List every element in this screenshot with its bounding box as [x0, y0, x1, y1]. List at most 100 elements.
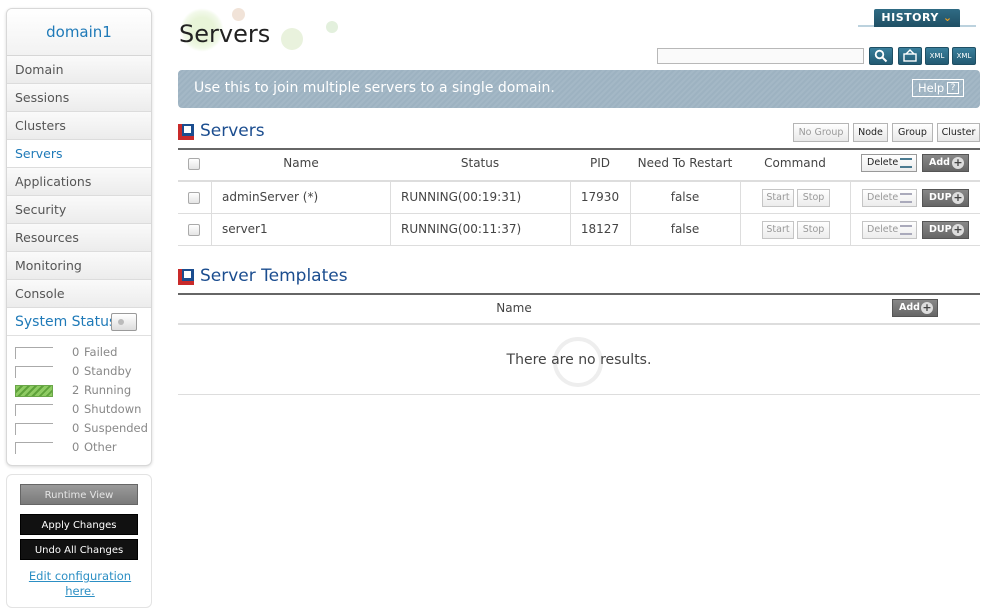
- delete-label[interactable]: Delete: [867, 224, 898, 235]
- filter-no-group-button[interactable]: No Group: [793, 123, 849, 142]
- xml-import-button[interactable]: XML: [952, 47, 976, 65]
- apply-changes-button[interactable]: Apply Changes: [20, 514, 138, 535]
- column-divider: [211, 182, 212, 214]
- sidebar-item-sessions[interactable]: Sessions: [7, 84, 151, 112]
- delete-button[interactable]: Delete: [862, 221, 917, 239]
- edit-link-line1[interactable]: Edit configuration: [7, 569, 153, 584]
- history-button[interactable]: HISTORY ⌄: [874, 9, 960, 27]
- question-icon: ?: [947, 82, 959, 94]
- dup-label[interactable]: DUP: [929, 192, 952, 203]
- status-row-shutdown: 0 Shutdown: [15, 401, 151, 420]
- templates-column-header-name: Name: [496, 301, 532, 315]
- add-template-button[interactable]: Add +: [892, 299, 938, 317]
- delete-label[interactable]: Delete: [867, 192, 898, 203]
- delete-button[interactable]: Delete: [862, 189, 917, 207]
- dup-label[interactable]: DUP: [929, 224, 952, 235]
- delete-label[interactable]: Delete: [867, 157, 898, 168]
- plus-icon: +: [921, 301, 933, 314]
- status-count: 2: [72, 383, 80, 397]
- status-row-standby: 0 Standby: [15, 363, 151, 382]
- column-header-command: Command: [764, 156, 826, 170]
- stack-icon: [900, 225, 912, 235]
- templates-bottom-border: [178, 394, 980, 395]
- sidebar-item-domain[interactable]: Domain: [7, 56, 151, 84]
- info-banner: Use this to join multiple servers to a s…: [178, 70, 980, 108]
- section-icon: [178, 269, 194, 285]
- status-label: Suspended: [84, 421, 148, 435]
- status-count: 0: [72, 364, 80, 378]
- undo-all-changes-button[interactable]: Undo All Changes: [20, 539, 138, 560]
- system-status-header: System Status: [7, 308, 151, 336]
- start-button[interactable]: Start: [762, 189, 794, 207]
- monitor-icon[interactable]: [111, 313, 137, 331]
- templates-table-top-border: [178, 293, 980, 295]
- row-checkbox[interactable]: [188, 224, 200, 236]
- sidebar-item-security[interactable]: Security: [7, 196, 151, 224]
- plus-icon: +: [952, 156, 964, 169]
- column-divider: [740, 182, 741, 214]
- stop-button[interactable]: Stop: [797, 189, 830, 207]
- help-button[interactable]: Help ?: [912, 79, 964, 97]
- table-row: server1 RUNNING(00:11:37) 18127 false St…: [178, 214, 980, 246]
- search-input[interactable]: [657, 48, 864, 64]
- select-all-checkbox[interactable]: [188, 158, 200, 170]
- stop-button[interactable]: Stop: [797, 221, 830, 239]
- table-top-border: [178, 148, 980, 150]
- sidebar-item-applications[interactable]: Applications: [7, 168, 151, 196]
- refresh-button[interactable]: [898, 47, 922, 65]
- column-divider: [211, 214, 212, 246]
- chevron-down-icon: ⌄: [942, 11, 953, 24]
- start-button[interactable]: Start: [762, 221, 794, 239]
- domain-title[interactable]: domain1: [7, 9, 151, 56]
- stack-icon: [900, 158, 912, 168]
- server-status: RUNNING(00:19:31): [401, 190, 522, 204]
- xml-export-button[interactable]: XML: [925, 47, 949, 65]
- edit-link-line2[interactable]: here.: [7, 584, 153, 599]
- status-bar: [15, 347, 53, 359]
- column-header-status: Status: [460, 156, 500, 170]
- sidebar-item-servers[interactable]: Servers: [7, 140, 151, 168]
- server-status: RUNNING(00:11:37): [401, 222, 522, 236]
- server-name[interactable]: server1: [222, 222, 268, 236]
- banner-text: Use this to join multiple servers to a s…: [194, 80, 555, 96]
- dup-button[interactable]: DUP +: [922, 221, 969, 239]
- empty-results-text: There are no results.: [506, 352, 652, 368]
- status-row-suspended: 0 Suspended: [15, 420, 151, 439]
- delete-selected-button[interactable]: Delete: [861, 154, 917, 172]
- column-divider: [850, 182, 851, 214]
- history-label[interactable]: HISTORY: [881, 11, 938, 24]
- add-label[interactable]: Add: [929, 157, 950, 168]
- edit-configuration-link[interactable]: Edit configuration here.: [7, 569, 153, 599]
- stack-icon: [900, 193, 912, 203]
- templates-section-title: Server Templates: [200, 266, 348, 286]
- sidebar-item-monitoring[interactable]: Monitoring: [7, 252, 151, 280]
- status-count: 0: [72, 421, 80, 435]
- server-name[interactable]: adminServer (*): [222, 190, 318, 204]
- sidebar-item-clusters[interactable]: Clusters: [7, 112, 151, 140]
- section-icon: [178, 124, 194, 140]
- templates-header-divider: [178, 323, 980, 325]
- sidebar-item-resources[interactable]: Resources: [7, 224, 151, 252]
- status-bar: [15, 442, 53, 454]
- add-label[interactable]: Add: [899, 302, 920, 313]
- server-need-to-restart: false: [670, 222, 700, 236]
- help-label[interactable]: Help: [918, 81, 944, 95]
- column-header-name: Name: [283, 156, 319, 170]
- status-label: Running: [84, 383, 132, 397]
- sidebar-item-console[interactable]: Console: [7, 280, 151, 308]
- runtime-view-button[interactable]: Runtime View: [20, 484, 138, 505]
- filter-node-button[interactable]: Node: [853, 123, 888, 142]
- search-button[interactable]: [869, 47, 893, 65]
- status-bar-running: [15, 385, 53, 397]
- row-checkbox[interactable]: [188, 192, 200, 204]
- header-decoration: [281, 28, 303, 50]
- status-label: Failed: [84, 345, 118, 359]
- add-server-button[interactable]: Add +: [922, 154, 969, 172]
- filter-cluster-button[interactable]: Cluster: [937, 123, 980, 142]
- filter-group-button[interactable]: Group: [892, 123, 933, 142]
- dup-button[interactable]: DUP +: [922, 189, 969, 207]
- status-bar: [15, 423, 53, 435]
- search-icon: [874, 49, 888, 63]
- status-bar: [15, 404, 53, 416]
- xml-import-icon: XML: [956, 52, 972, 60]
